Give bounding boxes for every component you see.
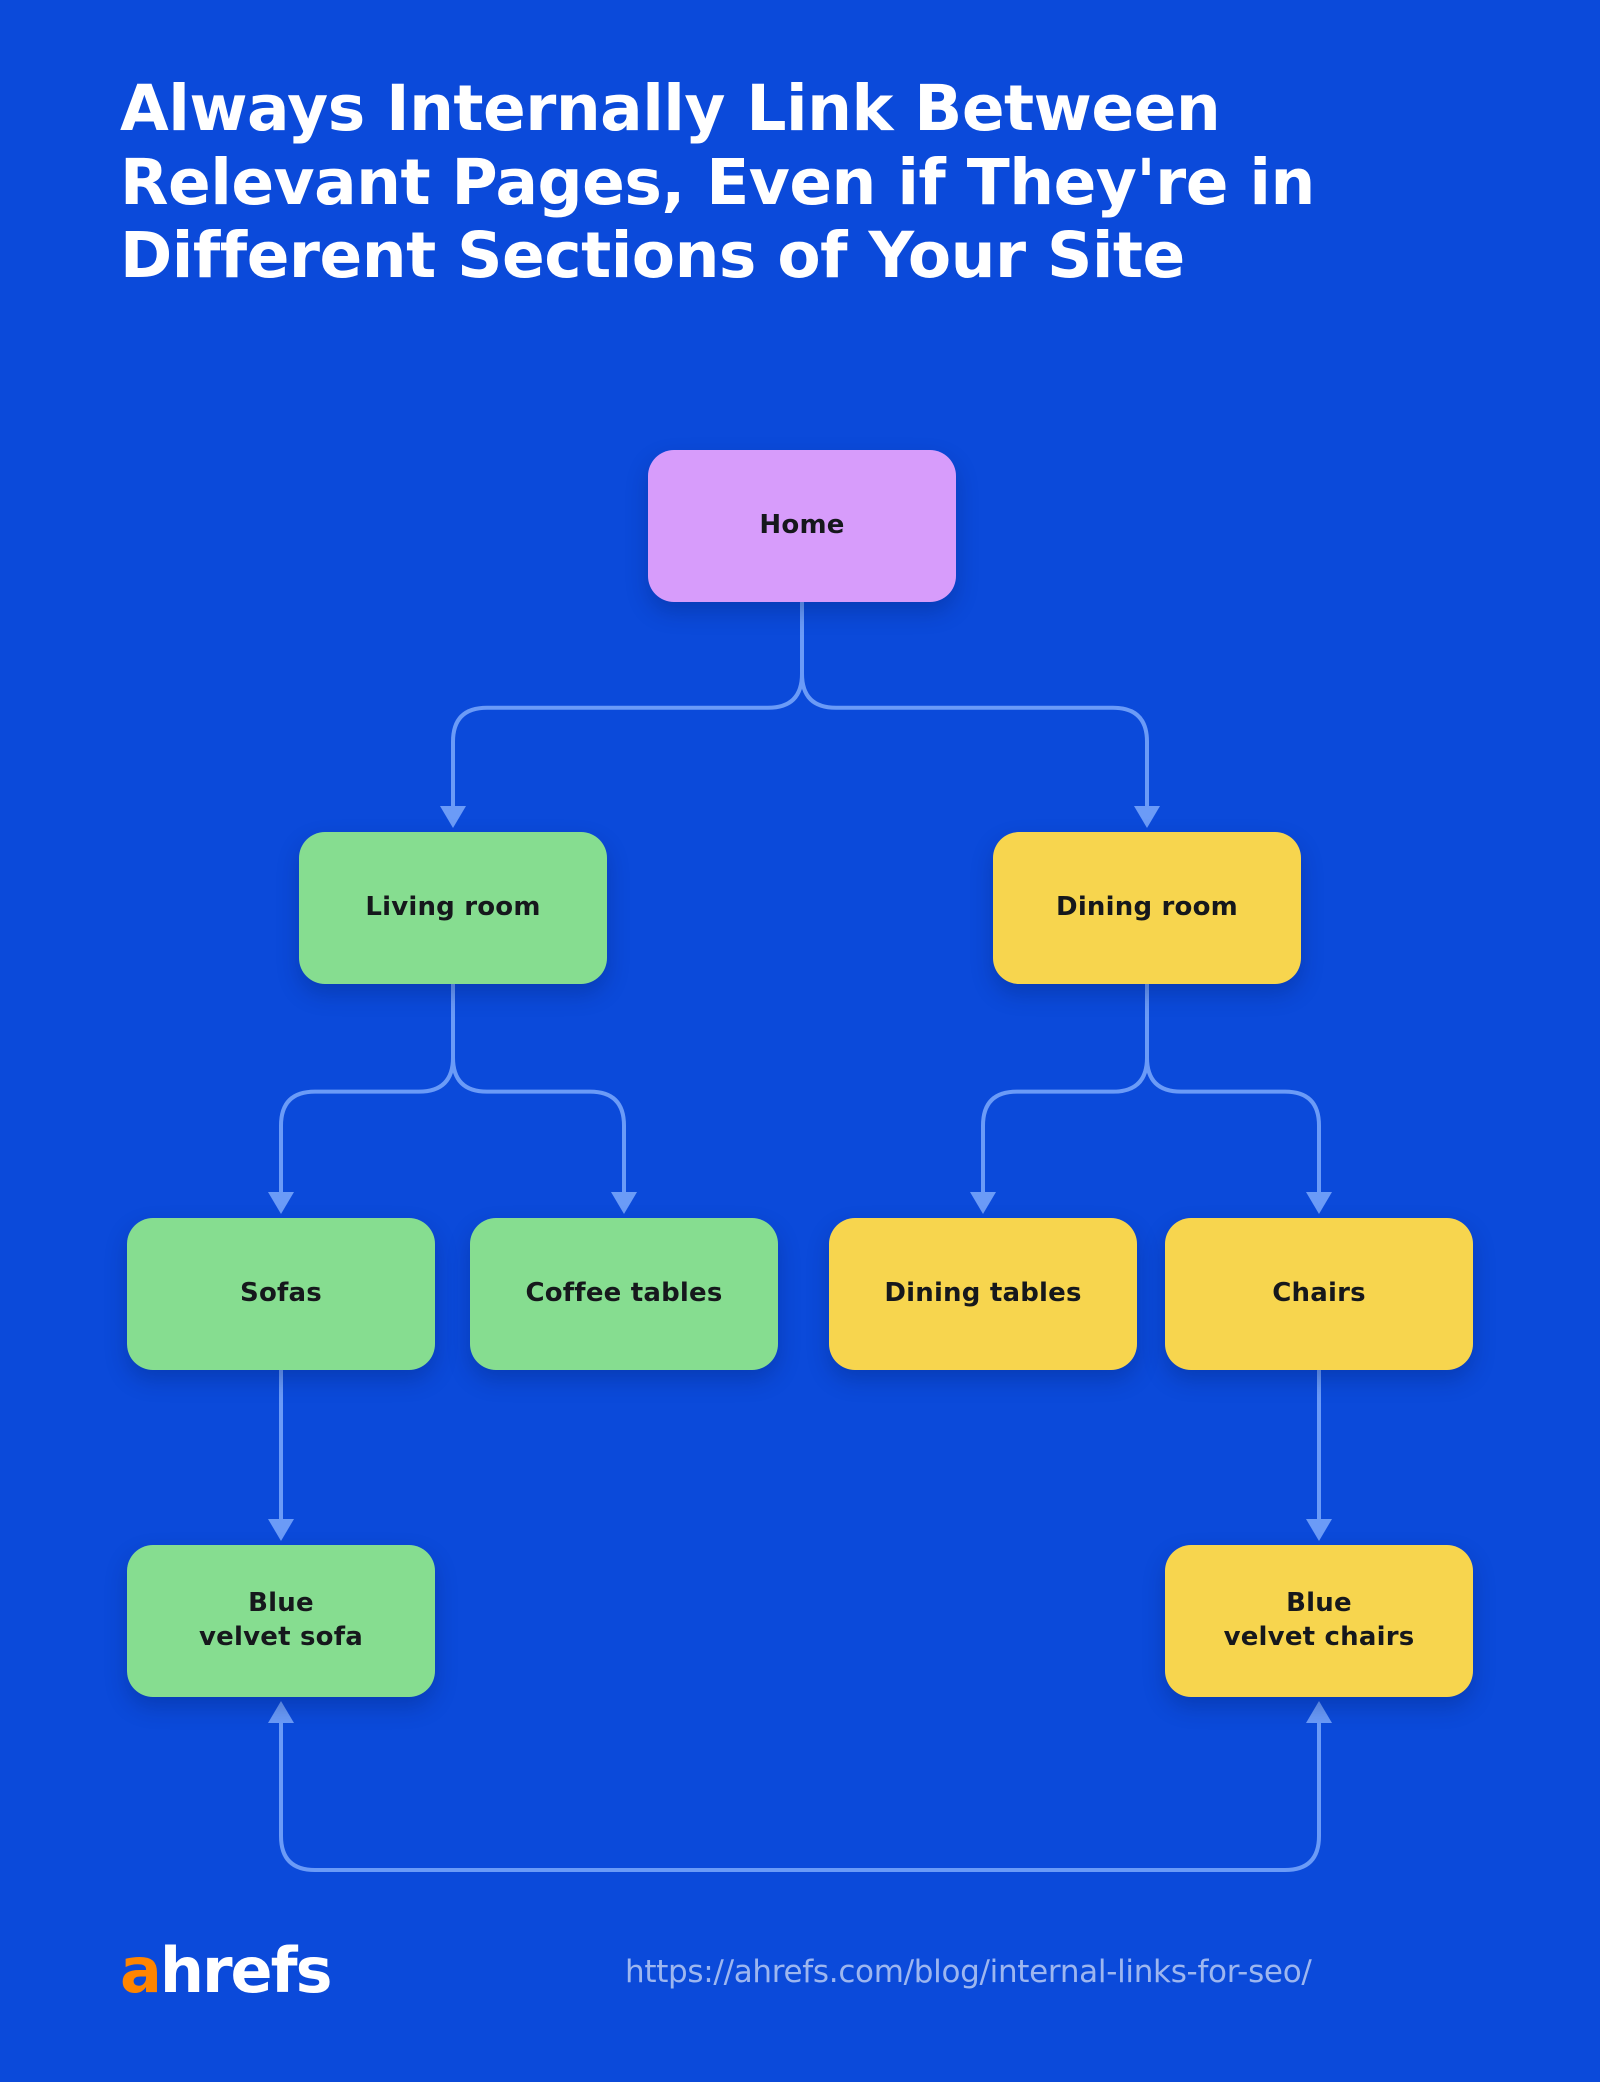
node-label-home: Home xyxy=(759,510,845,541)
node-label-chairs: Chairs xyxy=(1272,1278,1366,1309)
node-label-dining-room: Dining room xyxy=(1056,892,1238,923)
node-label-dining-tables: Dining tables xyxy=(884,1278,1082,1309)
arrowhead-living-room-to-sofas xyxy=(268,1192,294,1214)
logo-wordmark: hrefs xyxy=(159,1934,333,2007)
node-label-blue-velvet-chairs: Blue velvet chairs xyxy=(1223,1588,1415,1652)
footer: ahrefs https://ahrefs.com/blog/internal-… xyxy=(0,1940,1600,2060)
node-label-blue-velvet-sofa: Blue velvet sofa xyxy=(199,1588,363,1652)
site-structure-diagram: Home Living room Dining room Sofas Coffee ta… xyxy=(0,0,1600,2082)
arrowhead-home-to-living-room xyxy=(440,806,466,828)
node-home[interactable]: Home xyxy=(648,450,956,602)
ahrefs-logo: ahrefs xyxy=(120,1940,332,2002)
connector-layer xyxy=(268,600,1332,1872)
arrowhead-home-to-dining-room xyxy=(1134,806,1160,828)
arrowhead-cross-link-left xyxy=(268,1701,294,1723)
connector-cross-link xyxy=(279,1721,1321,1872)
node-label-living-room: Living room xyxy=(365,892,541,923)
connector-living-room-to-coffee-tables xyxy=(451,982,626,1196)
connector-home-to-dining-room xyxy=(800,600,1149,810)
node-label-sofas: Sofas xyxy=(240,1278,322,1309)
connector-living-room-to-sofas xyxy=(279,982,455,1196)
node-dining-room[interactable]: Dining room xyxy=(993,832,1301,984)
node-coffee-tables[interactable]: Coffee tables xyxy=(470,1218,778,1370)
arrowhead-sofas-to-blue-velvet-sofa xyxy=(268,1519,294,1541)
arrowhead-dining-room-to-chairs xyxy=(1306,1192,1332,1214)
node-label-coffee-tables: Coffee tables xyxy=(525,1278,723,1309)
source-url: https://ahrefs.com/blog/internal-links-f… xyxy=(625,1954,1312,1990)
node-living-room[interactable]: Living room xyxy=(299,832,607,984)
node-chairs[interactable]: Chairs xyxy=(1165,1218,1473,1370)
node-dining-tables[interactable]: Dining tables xyxy=(829,1218,1137,1370)
arrowhead-living-room-to-coffee-tables xyxy=(611,1192,637,1214)
arrowhead-dining-room-to-dining-tables xyxy=(970,1192,996,1214)
node-blue-velvet-sofa[interactable]: Blue velvet sofa xyxy=(127,1545,435,1697)
connector-dining-room-to-dining-tables xyxy=(981,982,1149,1196)
connector-home-to-living-room xyxy=(451,600,804,810)
arrowhead-chairs-to-blue-velvet-chairs xyxy=(1306,1519,1332,1541)
arrowhead-cross-link-right xyxy=(1306,1701,1332,1723)
connector-dining-room-to-chairs xyxy=(1145,982,1321,1196)
node-sofas[interactable]: Sofas xyxy=(127,1218,435,1370)
node-blue-velvet-chairs[interactable]: Blue velvet chairs xyxy=(1165,1545,1473,1697)
logo-accent-letter: a xyxy=(120,1934,162,2007)
